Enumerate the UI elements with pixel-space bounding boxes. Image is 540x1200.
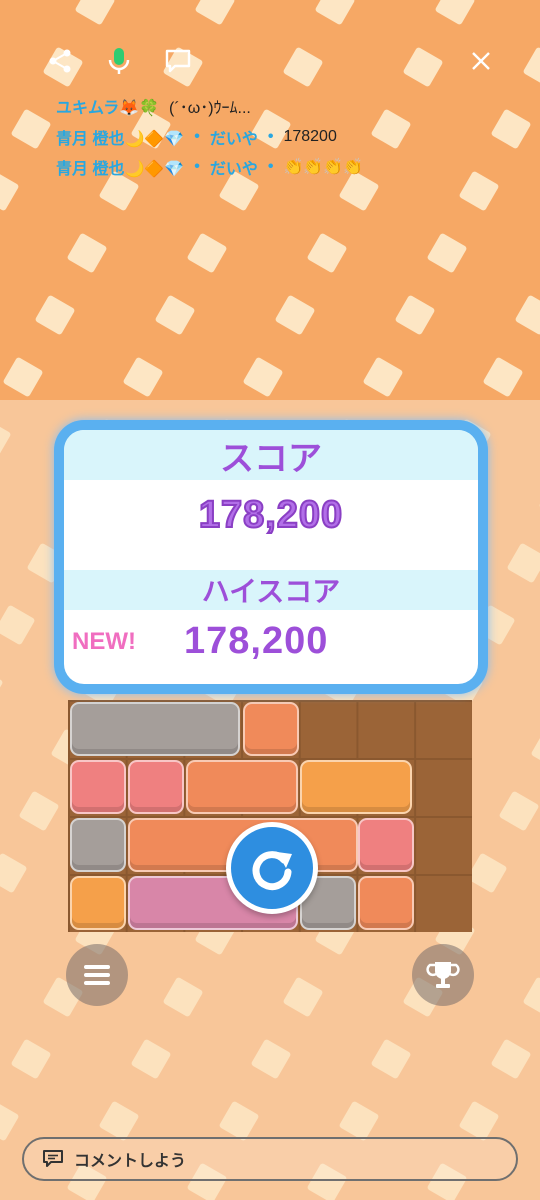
comment-dot: • xyxy=(267,158,274,175)
menu-icon xyxy=(84,965,110,985)
microphone-icon[interactable] xyxy=(104,46,134,76)
comment-user: 青月 橙也🌙🔶💎 xyxy=(56,131,185,148)
puzzle-block xyxy=(70,876,126,930)
ranking-button[interactable] xyxy=(412,944,474,1006)
chat-bubble-icon[interactable] xyxy=(163,46,193,76)
puzzle-block xyxy=(128,760,184,814)
share-icon[interactable] xyxy=(45,46,75,76)
comment-user: 青月 橙也🌙🔶💎 xyxy=(56,161,185,178)
menu-button[interactable] xyxy=(66,944,128,1006)
highscore-value: 178,200 xyxy=(184,620,329,662)
comment-row: 青月 橙也🌙🔶💎 • だいや • 178200 xyxy=(56,125,337,149)
comment-row: ユキムラ🦊🍀 (´･ω･)ｳｰﾑ... xyxy=(56,94,251,118)
puzzle-block xyxy=(358,876,414,930)
puzzle-block xyxy=(243,702,299,756)
comment-text: 178200 xyxy=(283,128,337,145)
comment-text: 👏👏👏👏 xyxy=(283,159,364,176)
puzzle-block xyxy=(70,702,240,756)
trophy-icon xyxy=(426,962,460,988)
close-icon[interactable] xyxy=(466,46,496,76)
score-panel: スコア 178,200 ハイスコア NEW! 178,200 xyxy=(54,420,488,694)
comment-dot: • xyxy=(194,128,200,145)
puzzle-block xyxy=(186,760,298,814)
comment-dot: • xyxy=(267,128,274,145)
puzzle-block xyxy=(358,818,414,872)
comment-row: 青月 橙也🌙🔶💎 • だいや • 👏👏👏👏 xyxy=(56,155,363,179)
score-label: スコア xyxy=(220,439,322,478)
retry-arrow-icon xyxy=(252,851,292,891)
score-label-band: スコア xyxy=(64,430,478,480)
comment-dot: • xyxy=(194,158,200,175)
puzzle-block xyxy=(70,818,126,872)
puzzle-block xyxy=(70,760,126,814)
highscore-label: ハイスコア xyxy=(201,576,341,607)
highscore-label-band: ハイスコア xyxy=(64,570,478,610)
comment-text: (´･ω･)ｳｰﾑ... xyxy=(169,100,251,117)
comment-tag: だいや xyxy=(209,161,258,178)
comment-tag: だいや xyxy=(209,131,258,148)
puzzle-block xyxy=(300,760,412,814)
new-badge: NEW! xyxy=(72,628,136,655)
retry-button[interactable] xyxy=(226,822,318,914)
comment-user: ユキムラ🦊🍀 xyxy=(56,100,160,117)
comment-placeholder: コメントしよう xyxy=(74,1153,187,1170)
score-value: 178,200 xyxy=(198,493,344,537)
comment-input[interactable]: コメントしよう xyxy=(22,1137,518,1181)
comment-icon xyxy=(43,1150,63,1167)
